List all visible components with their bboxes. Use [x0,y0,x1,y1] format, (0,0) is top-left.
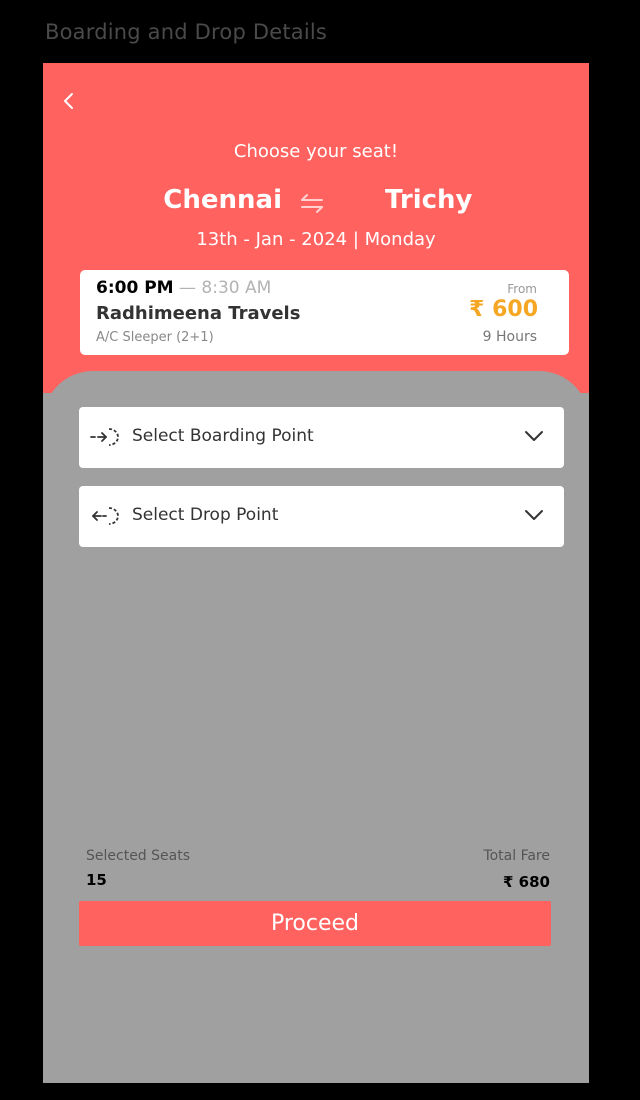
screen-title: Boarding and Drop Details [45,20,328,44]
selected-seats-value: 15 [86,871,107,889]
to-city: Trichy [385,185,473,215]
route: Chennai Trichy [43,185,589,221]
chevron-left-icon [64,93,73,109]
swap-icon[interactable] [298,190,328,216]
boarding-point-select[interactable]: Select Boarding Point [79,407,564,468]
total-fare-label: Total Fare [483,848,550,864]
chevron-down-icon [525,431,543,441]
app-screen: Choose your seat! Chennai Trichy 13th - … [43,63,589,1083]
proceed-button[interactable]: Proceed [79,901,551,946]
departure-time: 6:00 PM [96,278,174,298]
bus-price: ₹ 600 [469,297,538,322]
chevron-down-icon [525,510,543,520]
bus-timings: 6:00 PM — 8:30 AM [96,278,271,298]
drop-point-select[interactable]: Select Drop Point [79,486,564,547]
trip-duration: 9 Hours [482,329,537,345]
selected-seats-label: Selected Seats [86,848,191,864]
from-city: Chennai [163,185,282,215]
bus-card[interactable]: 6:00 PM — 8:30 AM Radhimeena Travels A/C… [80,270,569,355]
total-fare-value: ₹ 680 [503,873,550,891]
boarding-point-label: Select Boarding Point [132,426,314,446]
drop-out-icon [92,507,119,525]
drop-point-label: Select Drop Point [132,505,279,525]
price-from-label: From [507,282,537,296]
operator-name: Radhimeena Travels [96,303,301,324]
page-subtitle: Choose your seat! [233,141,399,162]
arrival-time: 8:30 AM [201,278,272,298]
bus-type: A/C Sleeper (2+1) [96,330,214,345]
back-button[interactable] [57,85,85,117]
time-separator: — [179,278,196,298]
boarding-in-icon [90,428,119,446]
travel-date: 13th - Jan - 2024 | Monday [196,229,436,250]
